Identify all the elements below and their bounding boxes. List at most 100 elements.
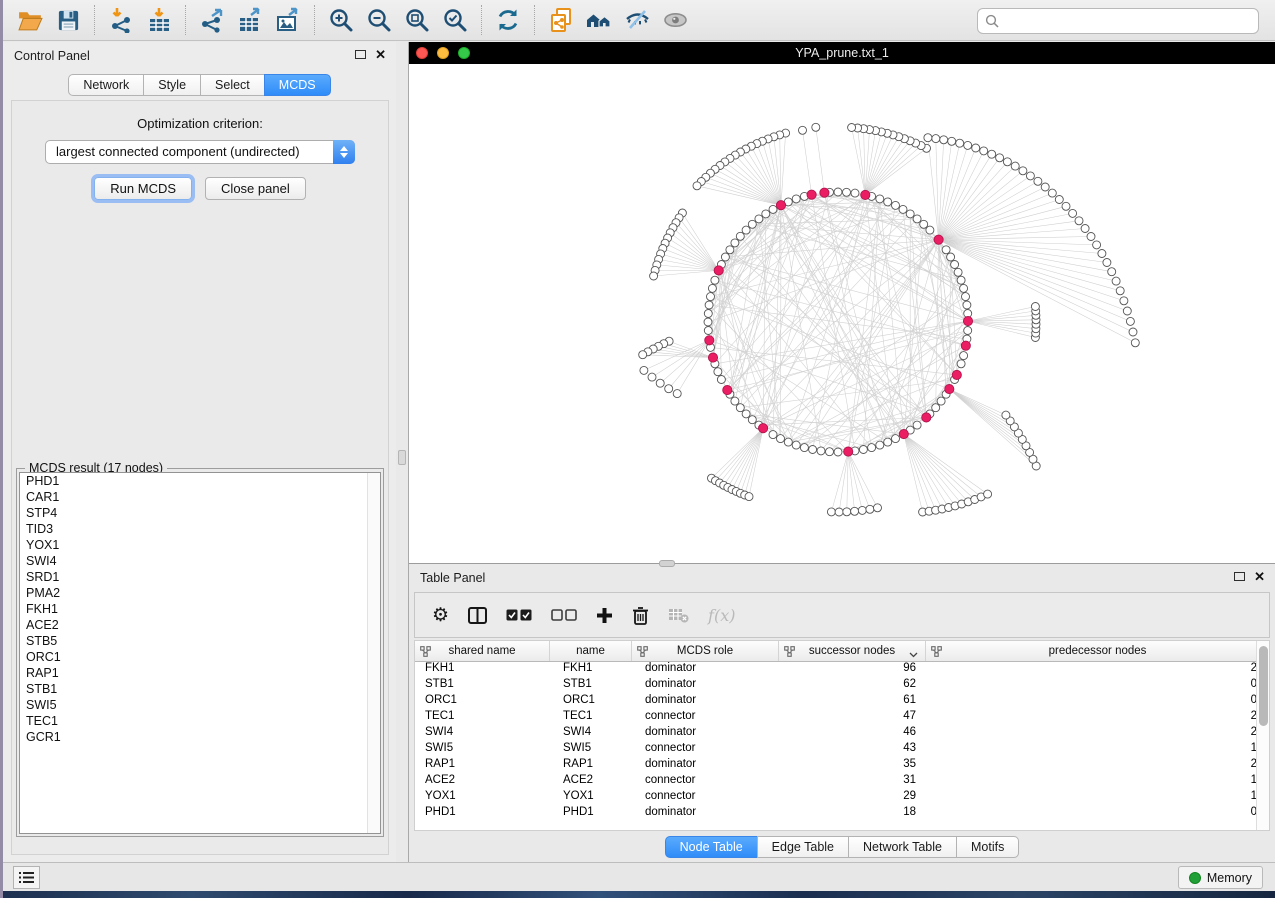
network-node[interactable]	[1129, 328, 1137, 336]
network-node[interactable]	[711, 276, 719, 284]
network-node[interactable]	[843, 188, 851, 196]
network-node[interactable]	[926, 226, 934, 234]
network-node[interactable]	[817, 447, 825, 455]
network-node[interactable]	[1123, 307, 1131, 315]
cell-predecessor-nodes[interactable]: 1	[926, 742, 1269, 758]
cell-successor-nodes[interactable]: 18	[779, 806, 926, 822]
mcds-result-item[interactable]: PMA2	[20, 585, 380, 601]
save-button[interactable]	[49, 2, 87, 38]
show-all-button[interactable]	[656, 2, 694, 38]
table-row[interactable]: PHD1PHD1dominator180	[415, 806, 1269, 822]
cell-shared-name[interactable]: RAP1	[415, 758, 550, 774]
zoom-out-button[interactable]	[360, 2, 398, 38]
network-node[interactable]	[1087, 233, 1095, 241]
network-node[interactable]	[812, 123, 820, 131]
close-panel-button[interactable]: Close panel	[205, 177, 306, 200]
network-node[interactable]	[851, 189, 859, 197]
network-node[interactable]	[940, 136, 948, 144]
network-node[interactable]	[748, 416, 756, 424]
table-row[interactable]: ACE2ACE2connector311	[415, 774, 1269, 790]
dominator-node[interactable]	[961, 341, 970, 350]
cell-successor-nodes[interactable]: 96	[779, 662, 926, 678]
close-panel-icon[interactable]: ✕	[375, 49, 386, 60]
network-node[interactable]	[1112, 277, 1120, 285]
network-node[interactable]	[859, 446, 867, 454]
cell-shared-name[interactable]: STB1	[415, 678, 550, 694]
network-node[interactable]	[1075, 217, 1083, 225]
column-header-MCDS-role[interactable]: MCDS role	[632, 641, 779, 661]
network-node[interactable]	[834, 448, 842, 456]
network-node[interactable]	[942, 246, 950, 254]
table-row[interactable]: STB1STB1dominator620	[415, 678, 1269, 694]
network-node[interactable]	[932, 135, 940, 143]
network-node[interactable]	[1103, 259, 1111, 267]
network-node[interactable]	[792, 441, 800, 449]
cell-name[interactable]: TEC1	[550, 710, 632, 726]
network-canvas[interactable]	[409, 64, 1275, 563]
network-node[interactable]	[834, 188, 842, 196]
table-row[interactable]: SWI4SWI4dominator462	[415, 726, 1269, 742]
network-node[interactable]	[742, 226, 750, 234]
export-network-button[interactable]	[193, 2, 231, 38]
dominator-node[interactable]	[705, 336, 714, 345]
network-node[interactable]	[742, 410, 750, 418]
cell-predecessor-nodes[interactable]: 2	[926, 662, 1269, 678]
dominator-node[interactable]	[899, 430, 908, 439]
search-field[interactable]	[977, 8, 1259, 34]
network-node[interactable]	[924, 134, 932, 142]
import-table-button[interactable]	[140, 2, 178, 38]
tab-style[interactable]: Style	[143, 74, 201, 96]
cell-shared-name[interactable]: FKH1	[415, 662, 550, 678]
dominator-node[interactable]	[861, 190, 870, 199]
network-node[interactable]	[876, 195, 884, 203]
dominator-node[interactable]	[723, 386, 732, 395]
network-window-titlebar[interactable]: YPA_prune.txt_1	[409, 42, 1275, 64]
column-header-shared-name[interactable]: shared name	[415, 641, 550, 661]
network-node[interactable]	[769, 431, 777, 439]
dominator-node[interactable]	[820, 188, 829, 197]
tab-mcds[interactable]: MCDS	[264, 74, 331, 96]
network-node[interactable]	[769, 205, 777, 213]
network-node[interactable]	[731, 397, 739, 405]
cell-predecessor-nodes[interactable]: 0	[926, 678, 1269, 694]
dominator-node[interactable]	[844, 447, 853, 456]
column-header-successor-nodes[interactable]: successor nodes	[779, 641, 926, 661]
network-node[interactable]	[892, 201, 900, 209]
table-row[interactable]: YOX1YOX1connector291	[415, 790, 1269, 806]
open-file-button[interactable]	[11, 2, 49, 38]
network-node[interactable]	[673, 390, 681, 398]
deselect-all-button[interactable]	[551, 609, 577, 621]
cell-shared-name[interactable]: YOX1	[415, 790, 550, 806]
network-node[interactable]	[964, 141, 972, 149]
network-node[interactable]	[1031, 303, 1039, 311]
network-node[interactable]	[731, 239, 739, 247]
zoom-in-button[interactable]	[322, 2, 360, 38]
delete-column-button[interactable]	[632, 606, 649, 625]
tab-network[interactable]: Network	[68, 74, 144, 96]
network-node[interactable]	[920, 220, 928, 228]
mcds-result-item[interactable]: SWI4	[20, 553, 380, 569]
cell-MCDS-role[interactable]: dominator	[632, 726, 779, 742]
network-node[interactable]	[868, 444, 876, 452]
dominator-node[interactable]	[807, 190, 816, 199]
network-node[interactable]	[884, 198, 892, 206]
network-node[interactable]	[1034, 177, 1042, 185]
cell-successor-nodes[interactable]: 46	[779, 726, 926, 742]
network-node[interactable]	[755, 215, 763, 223]
table-row[interactable]: RAP1RAP1dominator352	[415, 758, 1269, 774]
network-node[interactable]	[1055, 196, 1063, 204]
column-header-predecessor-nodes[interactable]: predecessor nodes	[926, 641, 1269, 661]
dominator-node[interactable]	[759, 424, 768, 433]
network-node[interactable]	[932, 404, 940, 412]
export-table-button[interactable]	[231, 2, 269, 38]
network-node[interactable]	[1093, 241, 1101, 249]
network-node[interactable]	[717, 376, 725, 384]
mcds-result-item[interactable]: RAP1	[20, 665, 380, 681]
mcds-result-item[interactable]: CAR1	[20, 489, 380, 505]
network-node[interactable]	[648, 373, 656, 381]
cell-predecessor-nodes[interactable]: 1	[926, 790, 1269, 806]
dominator-node[interactable]	[934, 235, 943, 244]
network-node[interactable]	[708, 284, 716, 292]
cell-successor-nodes[interactable]: 61	[779, 694, 926, 710]
cell-name[interactable]: SWI4	[550, 726, 632, 742]
